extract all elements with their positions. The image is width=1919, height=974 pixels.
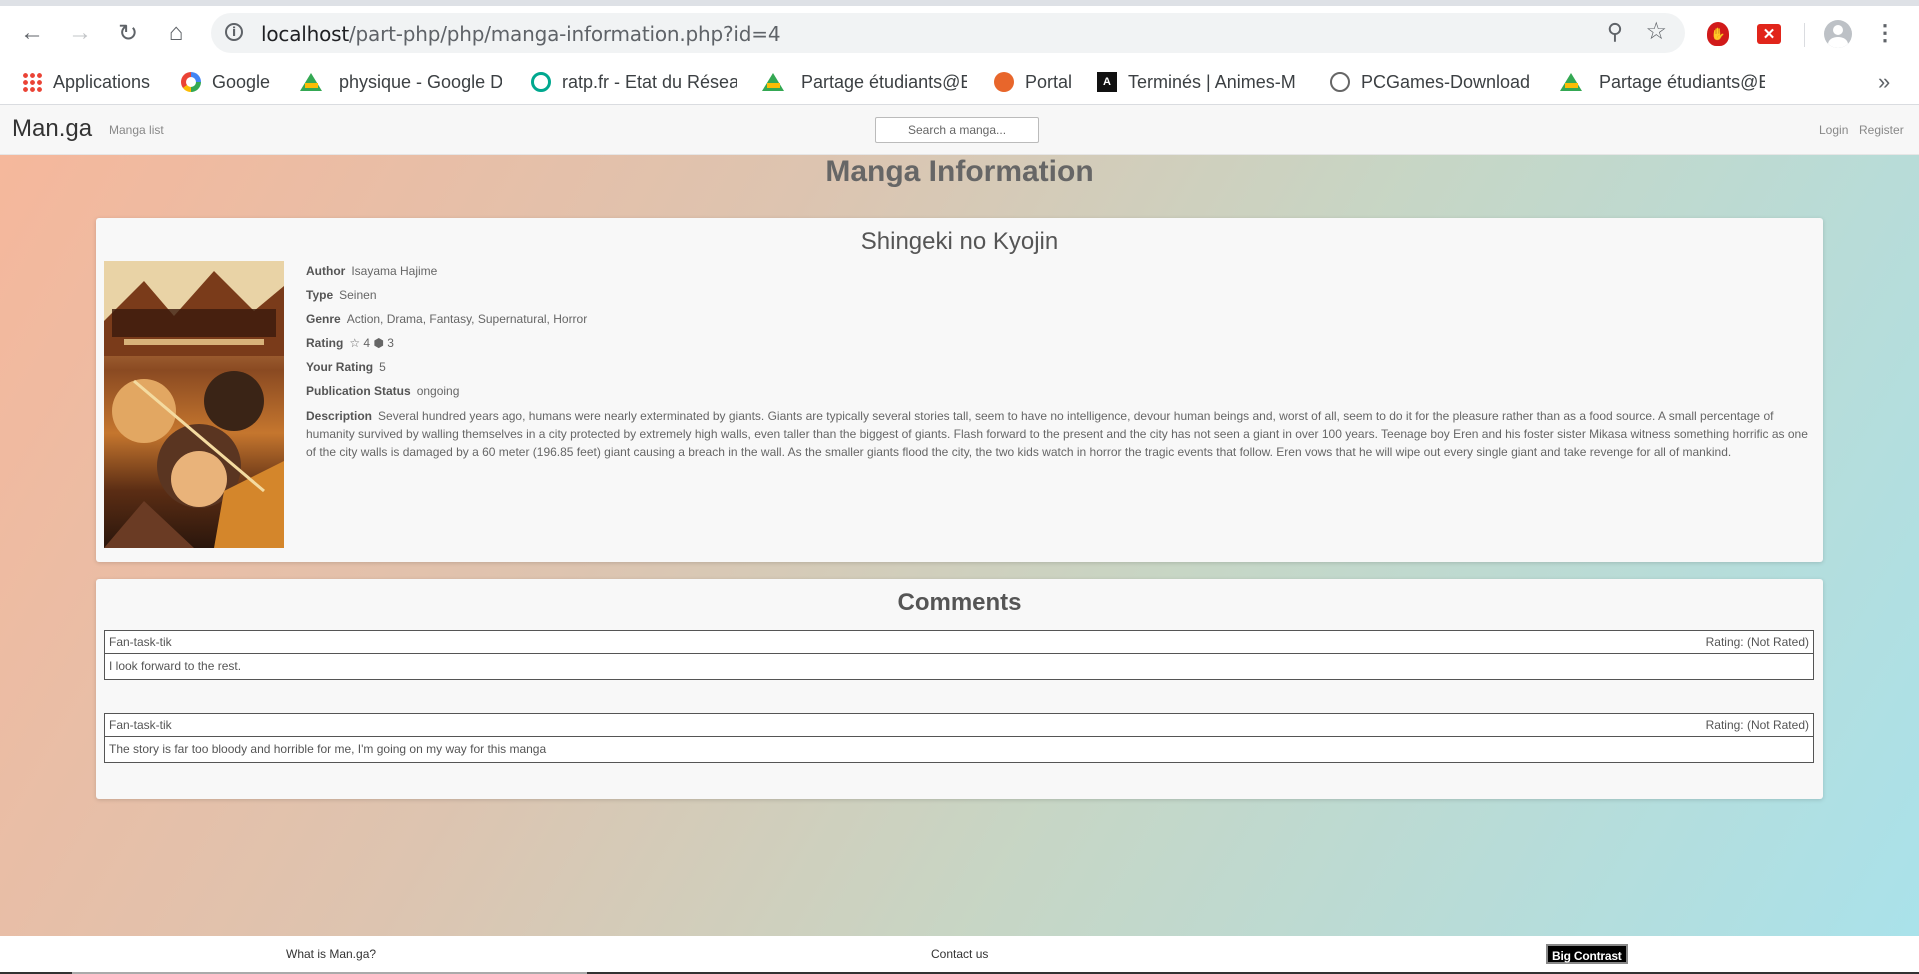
comment-header: Fan-task-tik Rating: (Not Rated): [104, 713, 1814, 737]
footer-contact-link[interactable]: Contact us: [931, 947, 988, 961]
zoom-icon[interactable]: ⚲: [1607, 19, 1623, 45]
big-contrast-button[interactable]: Big Contrast: [1546, 944, 1628, 964]
manga-info-card: Shingeki no Kyojin Author Isayama Hajime: [96, 218, 1823, 562]
profile-avatar-icon[interactable]: [1824, 20, 1852, 48]
address-url[interactable]: localhost/part-php/php/manga-information…: [261, 22, 781, 46]
reload-icon[interactable]: ↻: [111, 16, 145, 50]
status-row: Publication Status ongoing: [306, 383, 1811, 399]
site-info-icon[interactable]: i: [225, 23, 243, 41]
type-row: Type Seinen: [306, 287, 1811, 303]
browser-menu-icon[interactable]: ⋮: [1874, 20, 1896, 46]
author-value: Isayama Hajime: [351, 264, 438, 278]
bookmark-physique[interactable]: physique - Google Dr: [300, 67, 502, 97]
comment-text: I look forward to the rest.: [104, 654, 1814, 680]
site-footer: What is Man.ga? Contact us Big Contrast: [0, 936, 1919, 974]
type-label: Type: [306, 288, 334, 302]
comment-item: Fan-task-tik Rating: (Not Rated) I look …: [104, 630, 1814, 680]
adblock-extension-icon[interactable]: ✋: [1707, 22, 1729, 46]
bookmark-applications[interactable]: Applications: [22, 67, 150, 97]
rating-label: Rating: [306, 336, 344, 350]
comment-rating: Rating: (Not Rated): [1705, 718, 1809, 732]
google-drive-icon: [762, 73, 784, 91]
url-path: /part-php/php/manga-information.php?id=4: [348, 22, 781, 46]
apps-grid-icon: [22, 72, 42, 92]
genre-label: Genre: [306, 312, 341, 326]
type-value: Seinen: [339, 288, 377, 302]
page-title: Manga Information: [825, 155, 1094, 188]
comment-item: Fan-task-tik Rating: (Not Rated) The sto…: [104, 713, 1814, 763]
status-value: ongoing: [416, 384, 460, 398]
bookmark-portal[interactable]: Portal: [994, 67, 1072, 97]
comment-text: The story is far too bloody and horrible…: [104, 737, 1814, 763]
your-rating-value: 5: [379, 360, 386, 374]
bookmark-animes[interactable]: A Terminés | Animes-M: [1097, 67, 1302, 97]
bookmark-label: Partage étudiants@EI: [1599, 71, 1765, 92]
url-host: localhost: [261, 22, 349, 46]
back-arrow-icon[interactable]: ←: [15, 16, 49, 50]
bookmark-star-icon[interactable]: ☆: [1645, 17, 1667, 46]
description-row: Description Several hundred years ago, hu…: [306, 407, 1811, 461]
comment-rating: Rating: (Not Rated): [1705, 635, 1809, 649]
description-label: Description: [306, 409, 373, 423]
site-navbar: Man.ga Manga list Login Register: [0, 105, 1919, 155]
bookmark-pcgames[interactable]: PCGames-Download: [1330, 67, 1530, 97]
nav-login[interactable]: Login: [1819, 123, 1848, 137]
manga-cover-image: [104, 261, 284, 548]
portal-icon: [994, 72, 1014, 92]
bookmark-ratp[interactable]: ratp.fr - Etat du Résea: [531, 67, 737, 97]
bookmark-label: Terminés | Animes-M: [1128, 71, 1296, 92]
home-icon[interactable]: ⌂: [159, 16, 193, 50]
rating-value: ☆ 4 ⬢ 3: [349, 336, 394, 350]
bookmark-label: Applications: [53, 71, 151, 92]
bookmark-partage-1[interactable]: Partage étudiants@EI: [762, 67, 967, 97]
status-label: Publication Status: [306, 384, 411, 398]
manga-details: Author Isayama Hajime Type Seinen Genre Act…: [306, 263, 1811, 469]
search-input[interactable]: [875, 117, 1039, 143]
rating-row: Rating ☆ 4 ⬢ 3: [306, 335, 1811, 351]
comment-author: Fan-task-tik: [109, 718, 172, 732]
page-content: Man.ga Manga list Login Register Manga I…: [0, 105, 1919, 974]
bookmark-google[interactable]: Google: [181, 67, 270, 97]
your-rating-label: Your Rating: [306, 360, 374, 374]
bookmark-label: Google: [212, 71, 271, 92]
google-drive-icon: [1560, 73, 1582, 91]
ratp-icon: [531, 72, 551, 92]
manga-title: Shingeki no Kyojin: [860, 228, 1059, 255]
footer-what-is-link[interactable]: What is Man.ga?: [286, 947, 376, 961]
genre-value: Action, Drama, Fantasy, Supernatural, Ho…: [346, 312, 588, 326]
bookmark-label: Partage étudiants@EI: [801, 71, 967, 92]
comments-card: Comments Fan-task-tik Rating: (Not Rated…: [96, 579, 1823, 799]
bookmark-label: ratp.fr - Etat du Résea: [562, 71, 737, 92]
google-icon: [181, 72, 201, 92]
author-row: Author Isayama Hajime: [306, 263, 1811, 279]
close-extension-icon[interactable]: ✕: [1757, 24, 1781, 44]
browser-toolbar: ← → ↻ ⌂ i localhost/part-php/php/manga-i…: [0, 0, 1919, 61]
nav-register[interactable]: Register: [1859, 123, 1904, 137]
forward-arrow-icon[interactable]: →: [63, 16, 97, 50]
site-logo[interactable]: Man.ga: [12, 115, 92, 143]
google-drive-icon: [300, 73, 322, 91]
comments-title: Comments: [897, 589, 1022, 616]
description-text: Several hundred years ago, humans were n…: [306, 409, 1808, 459]
author-label: Author: [306, 264, 346, 278]
nav-manga-list[interactable]: Manga list: [109, 123, 164, 137]
comment-author: Fan-task-tik: [109, 635, 172, 649]
your-rating-row: Your Rating 5: [306, 359, 1811, 375]
animes-icon: A: [1097, 72, 1117, 92]
toolbar-divider: [1804, 23, 1805, 47]
genre-row: Genre Action, Drama, Fantasy, Supernatura…: [306, 311, 1811, 327]
bookmark-label: Portal: [1025, 71, 1073, 92]
address-bar[interactable]: i localhost/part-php/php/manga-informati…: [211, 13, 1685, 53]
bookmarks-bar: Applications Google physique - Google Dr…: [0, 61, 1919, 105]
bookmark-label: physique - Google Dr: [339, 71, 502, 92]
steam-icon: [1330, 72, 1350, 92]
bookmark-partage-2[interactable]: Partage étudiants@EI: [1560, 67, 1765, 97]
bookmark-label: PCGames-Download: [1361, 71, 1530, 92]
comment-header: Fan-task-tik Rating: (Not Rated): [104, 630, 1814, 654]
more-bookmarks-icon[interactable]: »: [1878, 69, 1890, 95]
